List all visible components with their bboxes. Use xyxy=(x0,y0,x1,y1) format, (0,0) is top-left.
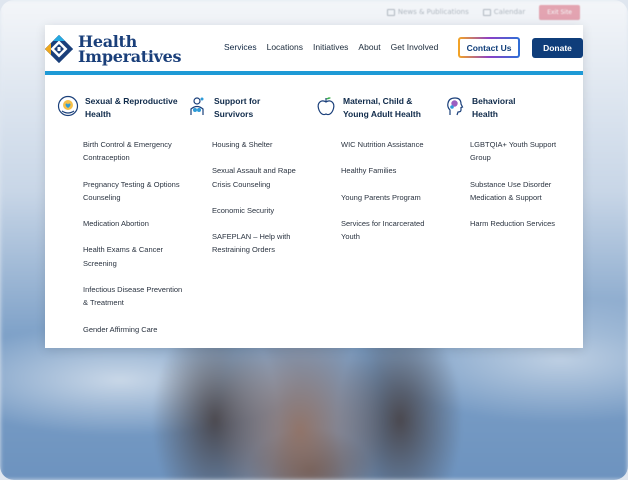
column-title: Behavioral Health xyxy=(472,95,515,121)
menu-column-reproductive-health: Sexual & Reproductive Health Birth Contr… xyxy=(57,95,186,349)
menu-link[interactable]: Birth Control & Emergency Contraception xyxy=(83,138,183,165)
column-title-line-1: Maternal, Child & xyxy=(343,96,413,106)
header-mega-menu: Health Imperatives Services Locations In… xyxy=(45,25,583,348)
mega-menu-columns: Sexual & Reproductive Health Birth Contr… xyxy=(57,95,573,349)
menu-column-behavioral-health: Behavioral Health LGBTQIA+ Youth Support… xyxy=(444,95,573,349)
exit-site-button[interactable]: Exit Site xyxy=(539,4,580,20)
menu-link[interactable]: LGBTQIA+ Youth Support Group xyxy=(470,138,570,165)
column-links: LGBTQIA+ Youth Support Group Substance U… xyxy=(444,138,573,230)
menu-link[interactable]: Young Parents Program xyxy=(341,191,441,204)
menu-link[interactable]: Harm Reduction Services xyxy=(470,217,570,230)
menu-link[interactable]: Medication Abortion xyxy=(83,217,183,230)
nav-item-locations[interactable]: Locations xyxy=(267,42,303,52)
calendar-link[interactable]: Calendar xyxy=(482,8,526,16)
column-title-line-1: Sexual & Reproductive xyxy=(85,96,178,106)
contact-us-button[interactable]: Contact Us xyxy=(458,37,520,58)
nav-item-about[interactable]: About xyxy=(358,42,380,52)
page-frame: News & Publications Calendar Exit Site H… xyxy=(0,0,628,480)
menu-link[interactable]: Healthy Families xyxy=(341,164,441,177)
menu-link[interactable]: Economic Security xyxy=(212,204,312,217)
column-heading[interactable]: Maternal, Child & Young Adult Health xyxy=(315,95,444,121)
logo-diamond-icon xyxy=(45,35,73,63)
donate-button[interactable]: Donate xyxy=(532,38,583,58)
utility-bar: News & Publications Calendar Exit Site xyxy=(0,0,628,24)
nav-item-services[interactable]: Services xyxy=(224,42,257,52)
menu-column-survivors: Support for Survivors Housing & Shelter … xyxy=(186,95,315,349)
logo-line-2: Imperatives xyxy=(78,47,182,66)
survivor-support-icon xyxy=(190,97,204,115)
column-title-line-1: Behavioral xyxy=(472,96,516,106)
site-logo[interactable]: Health Imperatives xyxy=(45,34,182,66)
menu-link[interactable]: Substance Use Disorder Medication & Supp… xyxy=(470,178,570,205)
column-title-line-2: Young Adult Health xyxy=(343,109,421,119)
menu-link[interactable]: SAFEPLAN – Help with Restraining Orders xyxy=(212,230,312,257)
menu-column-maternal-child: Maternal, Child & Young Adult Health WIC… xyxy=(315,95,444,349)
menu-link[interactable]: WIC Nutrition Assistance xyxy=(341,138,441,151)
news-link-label: News & Publications xyxy=(397,8,469,16)
menu-link[interactable]: Pregnancy Testing & Options Counseling xyxy=(83,178,183,205)
column-heading[interactable]: Sexual & Reproductive Health xyxy=(57,95,186,121)
calendar-link-label: Calendar xyxy=(493,8,526,16)
calendar-icon xyxy=(482,8,491,16)
menu-link[interactable]: Health Exams & Cancer Screening xyxy=(83,243,183,270)
column-heading[interactable]: Behavioral Health xyxy=(444,95,573,121)
menu-link[interactable]: Housing & Shelter xyxy=(212,138,312,151)
logo-wordmark: Health Imperatives xyxy=(78,34,182,66)
menu-link[interactable]: Gender Affirming Care xyxy=(83,323,183,336)
column-links: WIC Nutrition Assistance Healthy Familie… xyxy=(315,138,444,243)
column-title: Sexual & Reproductive Health xyxy=(85,95,178,121)
column-title: Maternal, Child & Young Adult Health xyxy=(343,95,421,121)
reproductive-health-icon xyxy=(57,95,79,117)
column-heading[interactable]: Support for Survivors xyxy=(186,95,315,121)
column-title-line-2: Health xyxy=(85,109,111,119)
column-links: Birth Control & Emergency Contraception … xyxy=(57,138,186,336)
menu-link[interactable]: Services for Incarcerated Youth xyxy=(341,217,441,244)
nav-item-initiatives[interactable]: Initiatives xyxy=(313,42,348,52)
column-title-line-2: Health xyxy=(472,109,498,119)
column-title-line-1: Support for xyxy=(214,96,261,106)
column-title: Support for Survivors xyxy=(214,95,260,121)
column-links: Housing & Shelter Sexual Assault and Rap… xyxy=(186,138,315,257)
column-title-line-2: Survivors xyxy=(214,109,254,119)
apple-icon xyxy=(317,97,335,116)
main-nav: Services Locations Initiatives About Get… xyxy=(224,42,438,52)
behavioral-health-icon xyxy=(447,97,464,116)
news-link[interactable]: News & Publications xyxy=(386,8,469,16)
menu-link[interactable]: Infectious Disease Prevention & Treatmen… xyxy=(83,283,183,310)
site-header: Health Imperatives Services Locations In… xyxy=(45,25,583,71)
newspaper-icon xyxy=(386,8,395,16)
menu-link[interactable]: Sexual Assault and Rape Crisis Counselin… xyxy=(212,164,312,191)
nav-item-get-involved[interactable]: Get Involved xyxy=(391,42,439,52)
menu-accent-bar xyxy=(45,71,583,75)
